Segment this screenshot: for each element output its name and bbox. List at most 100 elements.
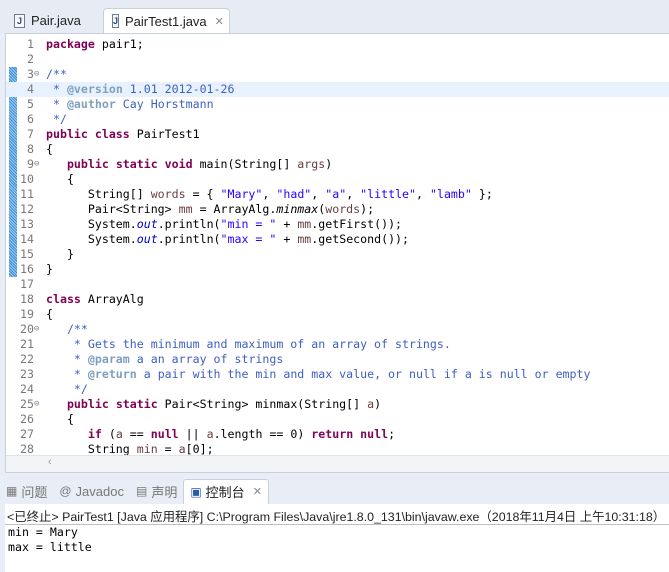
code-line[interactable]: 27 if (a == null || a.length == 0) retur… [6,427,669,442]
code-token: .getFirst()); [311,217,403,231]
code-line[interactable]: 8{ [6,142,669,157]
code-line[interactable]: 23 * @return a pair with the min and max… [6,367,669,382]
code-editor[interactable]: 1 package pair1; 2 3 ⊖/** 4 * @version 1.01 2… [5,33,669,473]
line-number: 11 [20,187,34,201]
code-line[interactable]: 5 * @author Cay Horstmann [6,97,669,112]
code-token: out [136,217,158,231]
scroll-left-icon[interactable]: ‹ [48,456,52,468]
code-text: package pair1; [46,37,144,52]
line-number: 24 [20,382,34,396]
code-line[interactable]: 1 package pair1; [6,37,669,52]
code-token: .getSecond()); [311,232,410,246]
code-line[interactable]: 24 */ [6,382,669,397]
code-text: { [46,142,53,157]
code-line[interactable]: 13 System.out.println("min = " + mm.getF… [6,217,669,232]
line-number: 18 [20,292,34,306]
code-token: * [46,82,67,96]
code-text: * @author Cay Horstmann [46,97,214,112]
code-token: * [46,367,88,381]
line-number: 17 [20,277,34,291]
tab-problems[interactable]: ▦ 问题 [0,479,53,503]
fold-collapse-icon[interactable]: ⊖ [34,397,39,412]
tab-console[interactable]: ▣ 控制台 ✕ [183,478,269,504]
code-token: @param [87,352,130,366]
code-line[interactable]: 6 */ [6,112,669,127]
line-number: 3 [27,67,34,81]
code-line[interactable]: 14 System.out.println("max = " + mm.getS… [6,232,669,247]
code-token: a [115,427,123,441]
code-line[interactable]: 19 { [6,307,669,322]
tab-declaration[interactable]: ▤ 声明 [130,479,183,503]
code-token: mm [297,217,312,231]
code-token: System. [46,217,137,231]
code-text: public static void main(String[] args) [46,157,332,172]
code-line[interactable]: 25 ⊖ public static Pair<String> minmax(St… [6,397,669,412]
code-line[interactable]: 16} [6,262,669,277]
code-token: { [46,172,74,186]
code-token: + [276,232,298,246]
line-number: 2 [27,52,34,66]
code-line[interactable]: 12 Pair<String> mm = ArrayAlg.minmax(wor… [6,202,669,217]
editor-tab-bar: J Pair.java J PairTest1.java ✕ [0,0,669,33]
code-line[interactable]: 9 ⊖ public static void main(String[] args… [6,157,669,172]
code-token: ) [325,157,333,171]
code-token: { [46,142,53,156]
tab-javadoc[interactable]: @ Javadoc [53,479,130,503]
code-token: { [46,307,53,321]
code-token: return null [311,427,389,441]
code-line[interactable]: 22 * @param a an array of strings [6,352,669,367]
code-token: min [136,442,158,456]
fold-collapse-icon[interactable]: ⊖ [34,322,39,337]
tab-pairtest1-java[interactable]: J PairTest1.java ✕ [103,8,230,33]
code-token: , [262,187,277,201]
code-token: "Mary" [220,187,263,201]
fold-collapse-icon[interactable]: ⊖ [34,67,39,82]
code-token: * [46,97,67,111]
code-line[interactable]: 15 } [6,247,669,262]
console-icon: ▣ [190,484,202,499]
console-output-line: max = little [8,540,92,554]
line-number: 19 [20,307,34,321]
code-line[interactable]: 2 [6,52,669,67]
code-token: } [46,262,53,276]
fold-collapse-icon[interactable]: ⊖ [34,157,39,172]
code-token: }; [471,187,493,201]
code-token: ); [360,202,375,216]
code-token: a [178,442,186,456]
line-number: 22 [20,352,34,366]
console-panel[interactable]: <已终止> PairTest1 [Java 应用程序] C:\Program F… [5,504,669,572]
code-token: + [276,217,298,231]
line-number: 5 [27,97,34,111]
code-token: Pair<String> minmax(String[] [157,397,368,411]
code-line[interactable]: 21 * Gets the minimum and maximum of an … [6,337,669,352]
code-line[interactable]: 7 public class PairTest1 [6,127,669,142]
code-text: public class PairTest1 [46,127,200,142]
code-line[interactable]: 11 String[] words = { "Mary", "had", "a"… [6,187,669,202]
code-line[interactable]: 18 class ArrayAlg [6,292,669,307]
code-line[interactable]: 4 * @version 1.01 2012-01-26 [6,82,669,97]
code-token: ArrayAlg [80,292,144,306]
code-line[interactable]: 17 [6,277,669,292]
code-line[interactable]: 26 { [6,412,669,427]
code-token: words [150,187,186,201]
code-line[interactable]: 3 ⊖ /** [6,67,669,82]
tab-pair-java[interactable]: J Pair.java [6,8,102,33]
close-icon[interactable]: ✕ [215,15,224,28]
line-number: 25 [20,397,34,411]
line-number: 1 [27,37,34,51]
code-line[interactable]: 10 { [6,172,669,187]
close-icon[interactable]: ✕ [253,485,262,498]
code-token: = { [185,187,221,201]
code-text: System.out.println("max = " + mm.getSeco… [46,232,409,247]
code-line[interactable]: 20 ⊖ /** [6,322,669,337]
code-token: a pair with the min and max value, or nu… [136,367,591,381]
code-token: @version [66,82,123,96]
code-token: @author [66,97,116,111]
horizontal-scrollbar[interactable]: ‹ [6,455,669,472]
code-token: } [46,247,74,261]
code-text: } [46,262,53,277]
line-number: 7 [27,127,34,141]
code-token: ( [101,427,116,441]
code-token: words [325,202,361,216]
